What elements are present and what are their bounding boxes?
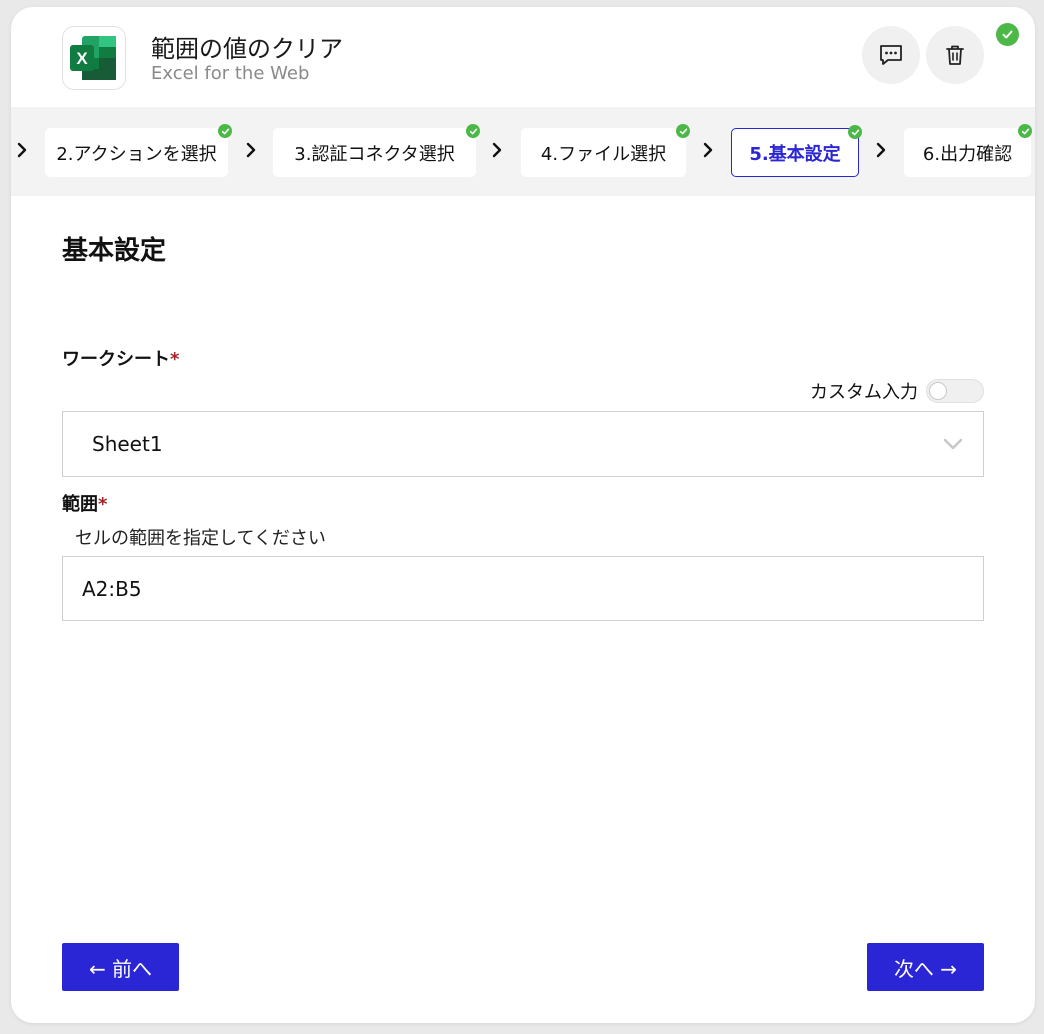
- trash-icon: [946, 45, 964, 65]
- range-label: 範囲*: [62, 490, 107, 516]
- step-label: 2.アクションを選択: [56, 143, 217, 165]
- comment-button[interactable]: [862, 26, 920, 84]
- workflow-card: X 範囲の値のクリア Excel for the Web 2.アクションを選択: [11, 7, 1035, 1023]
- step-label: 4.ファイル選択: [540, 143, 667, 165]
- step-label: 6.出力確認: [922, 143, 1013, 165]
- step-check-icon: [1018, 124, 1032, 138]
- chevron-right-icon: [17, 142, 27, 158]
- step-5-basic-settings[interactable]: 5.基本設定: [731, 125, 862, 177]
- step-label: 3.認証コネクタ選択: [294, 143, 455, 165]
- chevron-right-icon: [246, 142, 256, 158]
- custom-input-toggle[interactable]: [926, 379, 984, 403]
- step-check-icon: [218, 124, 232, 138]
- step-4-file-select[interactable]: 4.ファイル選択: [521, 124, 690, 177]
- step-label: 5.基本設定: [749, 143, 841, 165]
- chevron-right-icon: [703, 142, 713, 158]
- required-mark: *: [170, 349, 180, 370]
- app-subtitle: Excel for the Web: [151, 63, 310, 84]
- section-title: 基本設定: [62, 236, 167, 266]
- step-check-icon: [466, 124, 480, 138]
- chevron-down-icon: [943, 438, 963, 450]
- chevron-right-icon: [492, 142, 502, 158]
- prev-button[interactable]: ← 前へ: [62, 943, 179, 991]
- step-bar: 2.アクションを選択 3.認証コネクタ選択 4.ファイル選択 5.基本設定 6.…: [11, 107, 1035, 196]
- step-check-icon: [848, 125, 862, 139]
- worksheet-label: ワークシート*: [62, 345, 179, 371]
- step-2-action-select[interactable]: 2.アクションを選択: [45, 124, 232, 177]
- toggle-knob: [929, 382, 947, 400]
- step-check-icon: [676, 124, 690, 138]
- custom-input-toggle-group: カスタム入力: [810, 378, 984, 404]
- check-circle-icon: [996, 23, 1019, 46]
- worksheet-label-text: ワークシート: [62, 349, 170, 370]
- svg-text:X: X: [76, 49, 88, 68]
- range-label-text: 範囲: [62, 494, 98, 515]
- delete-button[interactable]: [926, 26, 984, 84]
- step-3-auth-connector[interactable]: 3.認証コネクタ選択: [273, 124, 480, 177]
- page-title: 範囲の値のクリア: [151, 35, 343, 63]
- worksheet-select[interactable]: Sheet1: [62, 411, 984, 477]
- excel-logo-icon: X: [62, 26, 126, 90]
- step-6-output-confirm[interactable]: 6.出力確認: [904, 124, 1032, 177]
- comment-icon: [880, 45, 902, 65]
- chevron-right-icon: [876, 142, 886, 158]
- range-input[interactable]: [62, 556, 984, 621]
- required-mark: *: [98, 494, 108, 515]
- worksheet-selected-value: Sheet1: [92, 432, 163, 456]
- range-hint: セルの範囲を指定してください: [75, 528, 326, 549]
- next-button[interactable]: 次へ →: [867, 943, 984, 991]
- custom-input-label: カスタム入力: [810, 382, 918, 403]
